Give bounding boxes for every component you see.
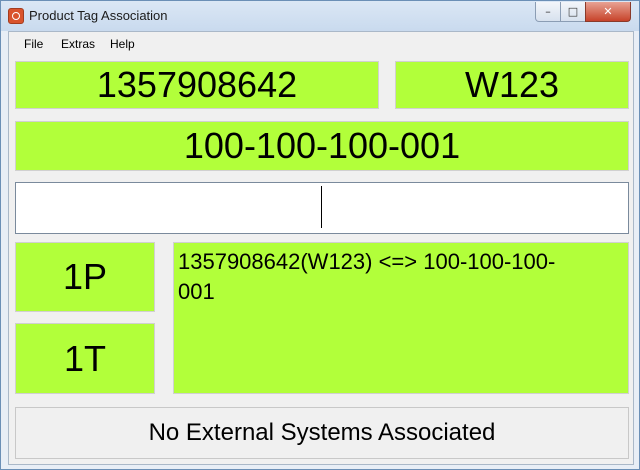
mode-1p-button[interactable]: 1P (15, 242, 155, 312)
status-message: No External Systems Associated (15, 407, 629, 459)
menu-help[interactable]: Help (110, 37, 135, 51)
minimize-button[interactable]: – (535, 2, 561, 22)
client-area: File Extras Help 1357908642 W123 100-100… (8, 31, 634, 465)
maximize-button[interactable]: □ (560, 2, 586, 22)
product-id-display: 1357908642 (15, 61, 379, 109)
window-title: Product Tag Association (29, 8, 168, 23)
app-window: Product Tag Association – □ ✕ File Extra… (0, 0, 640, 470)
menu-bar: File Extras Help (9, 32, 633, 54)
app-icon (8, 8, 24, 24)
close-button[interactable]: ✕ (585, 2, 631, 22)
mode-1t-button[interactable]: 1T (15, 323, 155, 394)
tag-id-display: 100-100-100-001 (15, 121, 629, 171)
menu-file[interactable]: File (24, 37, 43, 51)
association-text: 1357908642(W123) <=> 100-100-100-001 (173, 242, 629, 394)
menu-extras[interactable]: Extras (61, 37, 95, 51)
location-display: W123 (395, 61, 629, 109)
title-bar[interactable]: Product Tag Association – □ ✕ (1, 1, 639, 31)
scan-input[interactable] (15, 182, 629, 234)
